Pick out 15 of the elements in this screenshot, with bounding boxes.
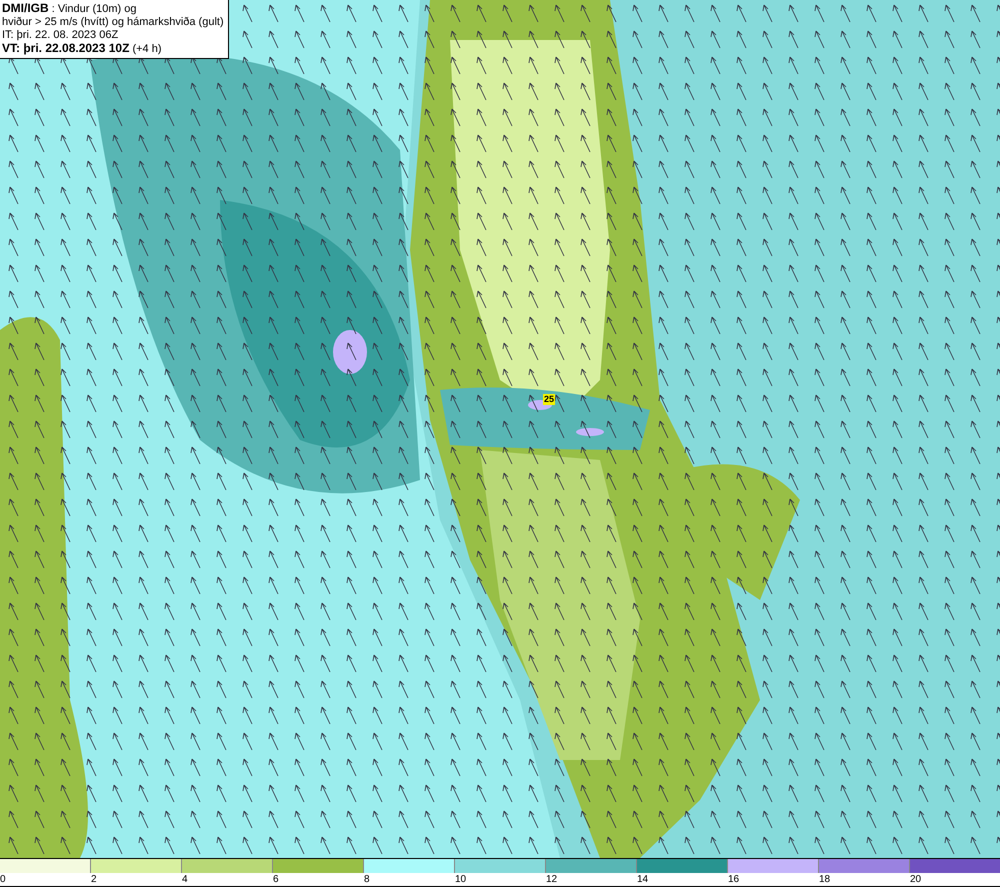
map-info-text: hviður > 25 m/s (hvítt) og hámarkshviða (gult) <box>2 16 224 29</box>
legend-tick-label: 4 <box>180 873 188 886</box>
legend-tick-label: 20 <box>908 873 922 886</box>
legend-tick-label: 2 <box>89 873 97 886</box>
map-info-text: DMI/IGB : Vindur (10m) og <box>2 2 138 16</box>
map-info-text: IT: þri. 22. 08. 2023 06Z <box>2 29 120 42</box>
map-info-text: VT: þri. 22.08.2023 10Z (+4 h) <box>2 42 163 56</box>
legend-tick-label: 14 <box>635 873 648 886</box>
legend-tick-label: 16 <box>726 873 740 886</box>
legend-tick-label: 18 <box>817 873 830 886</box>
gust-label: 25 <box>543 394 556 405</box>
legend-tick-label: 12 <box>544 873 558 886</box>
legend-tick-label: 8 <box>362 873 370 886</box>
legend-tick-label: 10 <box>453 873 466 886</box>
legend-tick-label: 6 <box>271 873 279 886</box>
